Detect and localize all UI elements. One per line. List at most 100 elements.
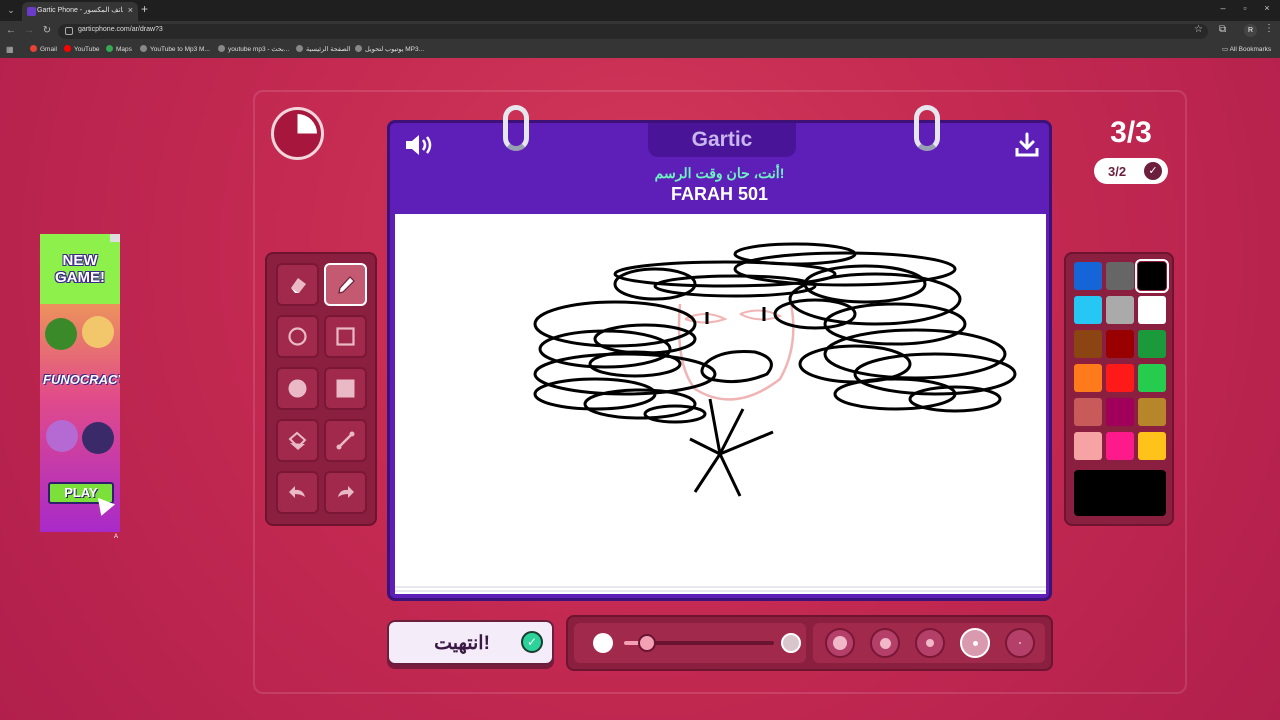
maps-icon (106, 45, 113, 52)
pencil-icon (338, 276, 355, 294)
ad-character-viking-icon (46, 420, 78, 452)
size-dot-icon (1019, 642, 1021, 644)
apps-grid-icon[interactable]: ▦ (6, 45, 14, 54)
tool-circle-filled[interactable] (276, 367, 319, 410)
bookmarks-bar: ▦ Gmail YouTube Maps YouTube to Mp3 M...… (0, 42, 1280, 58)
round-counter: 3/3 (1110, 116, 1152, 149)
gmail-icon (30, 45, 37, 52)
tab-search-icon[interactable]: ⌄ (4, 3, 18, 17)
color-swatch[interactable] (1138, 398, 1166, 426)
tool-line[interactable] (324, 419, 367, 462)
tool-redo[interactable] (324, 471, 367, 514)
color-swatch[interactable] (1074, 330, 1102, 358)
url-field[interactable]: garticphone.com/ar/draw?3 (58, 24, 1208, 39)
drawing-sketch (533, 242, 1017, 497)
color-swatch[interactable] (1106, 398, 1134, 426)
ad-headline-box: NEW GAME! (40, 234, 120, 304)
tool-square-outline[interactable] (324, 315, 367, 358)
url-text: garticphone.com/ar/draw?3 (78, 26, 163, 33)
ad-character-thumbs-icon (45, 318, 77, 350)
ad-choices-icon[interactable] (110, 234, 120, 242)
color-swatch[interactable] (1074, 364, 1102, 392)
profile-avatar[interactable]: R (1244, 24, 1257, 37)
ad-character-blonde-icon (82, 316, 114, 348)
circle-outline-icon (288, 327, 307, 346)
bookmark-gmail[interactable]: Gmail (30, 45, 57, 53)
color-swatch[interactable] (1138, 330, 1166, 358)
back-icon[interactable]: ← (5, 25, 17, 36)
tool-pencil[interactable] (324, 263, 367, 306)
check-icon: ✓ (1144, 162, 1162, 180)
download-icon[interactable] (1014, 131, 1040, 159)
color-swatch[interactable] (1106, 364, 1134, 392)
line-icon (336, 431, 355, 450)
color-swatch[interactable] (1138, 432, 1166, 460)
browser-tab-bar: ⌄ Gartic Phone - الهاتف المكسور × + – ▫ … (0, 0, 1280, 21)
tool-circle-outline[interactable] (276, 315, 319, 358)
bookmark-mp3-convert[interactable]: يوتيوب لتحويل MP3... (355, 45, 424, 53)
size-dot-icon (879, 637, 891, 649)
forward-icon[interactable]: → (23, 25, 35, 36)
restore-icon[interactable]: ▫ (1238, 3, 1252, 13)
ad-marker: A (114, 534, 119, 540)
bookmark-home[interactable]: الصفحة الرئيسية (296, 45, 351, 53)
brush-size-xl[interactable] (825, 628, 855, 658)
bookmark-youtube[interactable]: YouTube (64, 45, 100, 53)
brush-size-md[interactable] (915, 628, 945, 658)
tool-square-filled[interactable] (324, 367, 367, 410)
tab-close-icon[interactable]: × (128, 5, 133, 15)
bookmark-star-icon[interactable]: ☆ (1194, 24, 1203, 35)
color-swatch[interactable] (1074, 398, 1102, 426)
browser-tab[interactable]: Gartic Phone - الهاتف المكسور × (22, 2, 138, 21)
tab-title: Gartic Phone - الهاتف المكسور (37, 7, 123, 14)
color-swatch[interactable] (1106, 262, 1134, 290)
color-swatch[interactable] (1106, 296, 1134, 324)
ad-banner[interactable]: NEW GAME! FUNOCRACY PLAY (40, 234, 120, 532)
notebook-pages-edge (395, 586, 1046, 594)
bookmark-yt-search[interactable]: youtube mp3 - بحث... (218, 45, 289, 53)
color-swatch[interactable] (1074, 262, 1102, 290)
reload-icon[interactable]: ↻ (41, 25, 53, 36)
color-swatch[interactable] (1138, 296, 1166, 324)
window-close-icon[interactable]: × (1260, 3, 1274, 13)
notebook-header: Gartic أنت، حان وقت الرسم! FARAH 501 (390, 123, 1049, 213)
color-swatch[interactable] (1138, 364, 1166, 392)
color-swatch[interactable] (1106, 330, 1134, 358)
opacity-slider[interactable] (574, 623, 806, 663)
done-button[interactable]: انتهيت! ✓ (387, 620, 554, 665)
globe-icon (140, 45, 147, 52)
browser-menu-icon[interactable]: ⋮ (1264, 23, 1274, 34)
all-bookmarks[interactable]: ▭ All Bookmarks (1222, 45, 1271, 53)
binder-ring-left-icon (503, 105, 529, 151)
color-swatch[interactable] (1106, 432, 1134, 460)
color-swatch[interactable] (1135, 259, 1169, 293)
brush-size-lg[interactable] (870, 628, 900, 658)
brush-settings-bar (566, 615, 1053, 671)
binder-ring-right-icon (914, 105, 940, 151)
color-swatch[interactable] (1074, 296, 1102, 324)
new-tab-icon[interactable]: + (141, 2, 148, 16)
opacity-min-icon (593, 633, 613, 653)
globe-icon (296, 45, 303, 52)
sound-icon[interactable] (403, 131, 435, 159)
eraser-icon (291, 278, 306, 293)
extensions-icon[interactable]: ⧉ (1219, 24, 1226, 35)
bookmark-yt-mp3[interactable]: YouTube to Mp3 M... (140, 45, 210, 53)
check-icon: ✓ (521, 631, 543, 653)
bookmark-maps[interactable]: Maps (106, 45, 132, 53)
brush-size-xs[interactable] (1005, 628, 1035, 658)
site-info-icon[interactable] (65, 27, 73, 35)
minimize-icon[interactable]: – (1216, 3, 1230, 13)
current-color-preview (1074, 470, 1166, 516)
tool-eraser[interactable] (276, 263, 319, 306)
opacity-knob[interactable] (637, 634, 656, 652)
drawing-canvas[interactable] (395, 214, 1046, 593)
draw-prompt: أنت، حان وقت الرسم! (654, 165, 785, 181)
tool-undo[interactable] (276, 471, 319, 514)
brush-size-sm[interactable] (960, 628, 990, 658)
size-dot-icon (972, 640, 978, 646)
globe-icon (218, 45, 225, 52)
brush-size-options (813, 623, 1045, 663)
tool-fill[interactable] (276, 419, 319, 462)
color-swatch[interactable] (1074, 432, 1102, 460)
